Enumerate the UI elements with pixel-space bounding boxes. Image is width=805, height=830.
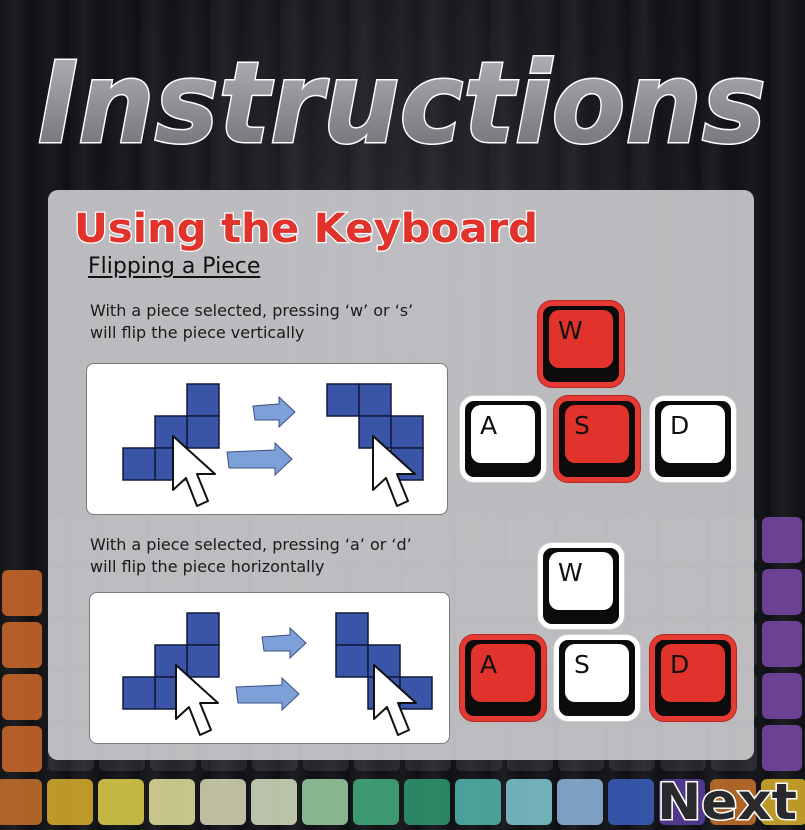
key-d-vertical: D (650, 396, 736, 482)
background-tile (762, 725, 802, 771)
background-tile (2, 570, 42, 616)
key-a-horizontal: A (460, 635, 546, 721)
horizontal-flip-illustration (122, 612, 433, 736)
background-tile (2, 726, 42, 772)
background-tile (608, 779, 654, 825)
key-w-horizontal: W (538, 543, 624, 629)
background-tile (149, 779, 195, 825)
key-w-vertical: W (538, 301, 624, 387)
vertical-flip-line-2: will flip the piece vertically (90, 323, 305, 342)
next-button-label[interactable]: Next (656, 773, 799, 825)
horizontal-flip-demo (89, 592, 450, 744)
background-tile (404, 779, 450, 825)
vertical-flip-description: With a piece selected, pressing ‘w’ or ‘… (90, 300, 470, 344)
key-a-vertical: A (460, 396, 546, 482)
background-tile (47, 779, 93, 825)
background-tile (762, 621, 802, 667)
background-tile (302, 779, 348, 825)
page-title: Instructions (37, 38, 768, 171)
key-s-vertical: S (554, 396, 640, 482)
background-tile (251, 779, 297, 825)
key-s-horizontal: S (554, 635, 640, 721)
page-title-text: Instructions (38, 39, 766, 169)
background-tile (200, 779, 246, 825)
background-tile (762, 569, 802, 615)
background-tile (98, 779, 144, 825)
vertical-flip-illustration (122, 383, 424, 507)
background-tile (353, 779, 399, 825)
background-tile (2, 674, 42, 720)
subsection-title: Flipping a Piece (88, 254, 261, 279)
vertical-flip-demo (86, 363, 448, 515)
background-tile (506, 779, 552, 825)
background-tile (2, 622, 42, 668)
horizontal-flip-description: With a piece selected, pressing ‘a’ or ‘… (90, 534, 470, 578)
background-tile (762, 517, 802, 563)
section-title: Using the Keyboard (73, 205, 540, 254)
background-tile (762, 673, 802, 719)
horizontal-flip-line-2: will flip the piece horizontally (90, 557, 325, 576)
background-tile (557, 779, 603, 825)
horizontal-flip-line-1: With a piece selected, pressing ‘a’ or ‘… (90, 535, 412, 554)
right-arrow-icon (226, 395, 296, 477)
vertical-flip-line-1: With a piece selected, pressing ‘w’ or ‘… (90, 301, 414, 320)
next-button[interactable]: Next (655, 773, 800, 825)
background-tile (455, 779, 501, 825)
right-arrow-icon (235, 626, 307, 712)
section-title-text: Using the Keyboard (74, 206, 538, 252)
key-d-horizontal: D (650, 635, 736, 721)
background-tile (0, 779, 42, 825)
